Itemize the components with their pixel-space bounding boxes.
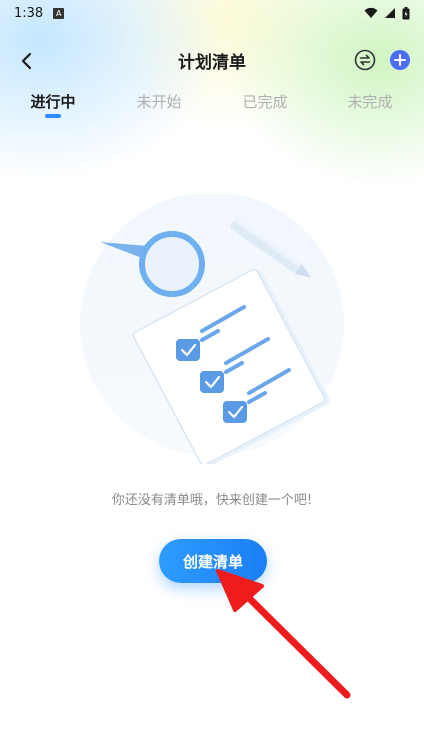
plus-icon: [390, 50, 410, 70]
a-icon: A: [53, 7, 65, 19]
nav-bar: 计划清单: [0, 40, 424, 80]
tab-completed[interactable]: 已完成: [225, 88, 305, 118]
tab-indicator: [45, 114, 61, 118]
back-arrow-icon: [21, 52, 32, 70]
empty-checklist-illustration: [80, 194, 344, 464]
empty-state-message: 你还没有清单哦，快来创建一个吧!: [111, 493, 313, 508]
battery-icon: [402, 6, 410, 19]
add-button[interactable]: [389, 49, 411, 71]
tab-not-started[interactable]: 未开始: [119, 88, 199, 118]
status-bar: 1:38 A: [0, 0, 424, 26]
tab-incomplete[interactable]: 未完成: [330, 88, 410, 118]
wifi-icon: [364, 7, 378, 18]
switch-button[interactable]: [354, 49, 376, 71]
create-list-button[interactable]: 创建清单: [159, 539, 267, 583]
tab-bar: 进行中 未开始 已完成 未完成: [0, 88, 424, 122]
page-title: 计划清单: [178, 52, 246, 73]
swap-icon: [354, 49, 376, 71]
status-time: 1:38: [14, 5, 44, 21]
back-button[interactable]: [14, 48, 40, 74]
signal-icon: [385, 8, 395, 18]
status-icons: [364, 6, 410, 20]
